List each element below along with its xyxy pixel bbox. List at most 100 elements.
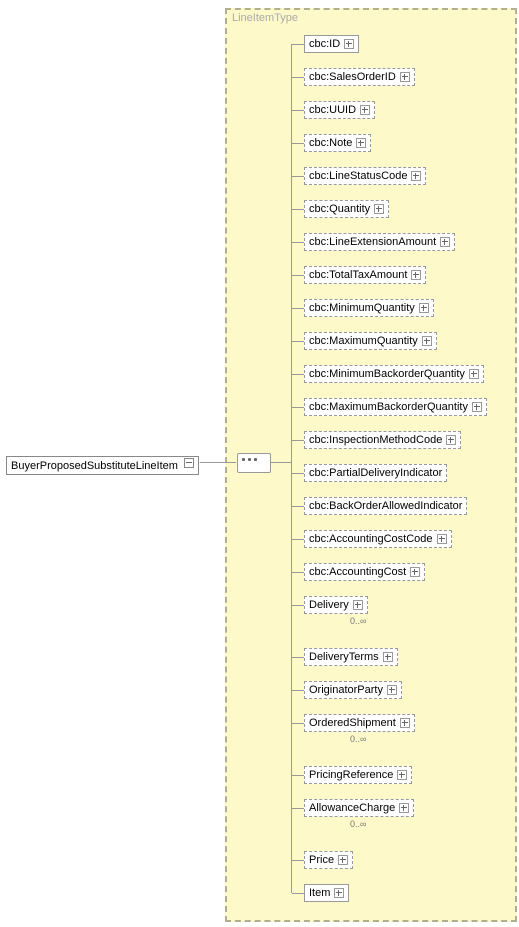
expand-icon[interactable]: [400, 718, 410, 728]
schema-element[interactable]: cbc:SalesOrderID: [292, 68, 415, 86]
schema-element[interactable]: cbc:Note: [292, 134, 371, 152]
element-box[interactable]: cbc:Note: [304, 134, 371, 152]
schema-element[interactable]: cbc:LineStatusCode: [292, 167, 426, 185]
connector: [292, 44, 304, 45]
schema-element[interactable]: cbc:ID: [292, 35, 359, 53]
schema-element[interactable]: Item: [292, 884, 349, 902]
connector: [292, 176, 304, 177]
expand-icon[interactable]: [399, 803, 409, 813]
element-box[interactable]: cbc:PartialDeliveryIndicator: [304, 464, 447, 482]
schema-element[interactable]: DeliveryTerms: [292, 648, 398, 666]
collapse-icon[interactable]: [184, 458, 194, 468]
element-box[interactable]: PricingReference: [304, 766, 412, 784]
element-box[interactable]: cbc:AccountingCostCode: [304, 530, 452, 548]
schema-element[interactable]: cbc:InspectionMethodCode: [292, 431, 461, 449]
expand-icon[interactable]: [411, 171, 421, 181]
cardinality-label: 0..∞: [350, 616, 366, 626]
connector: [292, 374, 304, 375]
expand-icon[interactable]: [440, 237, 450, 247]
schema-element[interactable]: cbc:PartialDeliveryIndicator: [292, 464, 447, 482]
expand-icon[interactable]: [360, 105, 370, 115]
connector: [292, 775, 304, 776]
sequence-icon[interactable]: [237, 453, 271, 473]
element-box[interactable]: cbc:AccountingCost: [304, 563, 425, 581]
schema-element[interactable]: PricingReference: [292, 766, 412, 784]
element-box[interactable]: Delivery: [304, 596, 368, 614]
connector: [292, 506, 304, 507]
element-label: cbc:MaximumQuantity: [309, 333, 418, 349]
schema-element[interactable]: cbc:MaximumBackorderQuantity: [292, 398, 487, 416]
schema-element[interactable]: Price: [292, 851, 353, 869]
element-label: OriginatorParty: [309, 682, 383, 698]
element-label: cbc:AccountingCostCode: [309, 531, 433, 547]
schema-element[interactable]: cbc:MaximumQuantity: [292, 332, 437, 350]
connector: [292, 209, 304, 210]
expand-icon[interactable]: [410, 567, 420, 577]
element-label: DeliveryTerms: [309, 649, 379, 665]
expand-icon[interactable]: [353, 600, 363, 610]
element-box[interactable]: cbc:LineStatusCode: [304, 167, 426, 185]
expand-icon[interactable]: [397, 770, 407, 780]
element-box[interactable]: cbc:ID: [304, 35, 359, 53]
element-box[interactable]: AllowanceCharge: [304, 799, 414, 817]
connector: [292, 539, 304, 540]
expand-icon[interactable]: [356, 138, 366, 148]
schema-element[interactable]: AllowanceCharge: [292, 799, 414, 817]
expand-icon[interactable]: [437, 534, 447, 544]
element-box[interactable]: cbc:InspectionMethodCode: [304, 431, 461, 449]
expand-icon[interactable]: [334, 888, 344, 898]
connector: [292, 808, 304, 809]
expand-icon[interactable]: [446, 435, 456, 445]
sequence-dots-icon: [242, 458, 257, 461]
element-box[interactable]: cbc:LineExtensionAmount: [304, 233, 455, 251]
schema-element[interactable]: OriginatorParty: [292, 681, 402, 699]
schema-element[interactable]: cbc:MinimumQuantity: [292, 299, 434, 317]
expand-icon[interactable]: [469, 369, 479, 379]
element-box[interactable]: DeliveryTerms: [304, 648, 398, 666]
expand-icon[interactable]: [344, 39, 354, 49]
cardinality-label: 0..∞: [350, 734, 366, 744]
schema-element[interactable]: OrderedShipment: [292, 714, 415, 732]
expand-icon[interactable]: [411, 270, 421, 280]
element-label: cbc:LineExtensionAmount: [309, 234, 436, 250]
schema-element[interactable]: cbc:TotalTaxAmount: [292, 266, 426, 284]
connector: [292, 407, 304, 408]
element-label: cbc:PartialDeliveryIndicator: [309, 465, 442, 481]
connector: [292, 143, 304, 144]
element-box[interactable]: cbc:UUID: [304, 101, 375, 119]
element-box[interactable]: cbc:MinimumQuantity: [304, 299, 434, 317]
element-box[interactable]: cbc:BackOrderAllowedIndicator: [304, 497, 467, 515]
schema-element[interactable]: cbc:UUID: [292, 101, 375, 119]
expand-icon[interactable]: [400, 72, 410, 82]
element-box[interactable]: OriginatorParty: [304, 681, 402, 699]
expand-icon[interactable]: [387, 685, 397, 695]
expand-icon[interactable]: [472, 402, 482, 412]
root-element[interactable]: BuyerProposedSubstituteLineItem: [6, 456, 199, 475]
element-box[interactable]: cbc:SalesOrderID: [304, 68, 415, 86]
element-box[interactable]: OrderedShipment: [304, 714, 415, 732]
schema-element[interactable]: cbc:BackOrderAllowedIndicator: [292, 497, 467, 515]
schema-element[interactable]: cbc:Quantity: [292, 200, 389, 218]
schema-element[interactable]: cbc:MinimumBackorderQuantity: [292, 365, 484, 383]
expand-icon[interactable]: [374, 204, 384, 214]
element-box[interactable]: Item: [304, 884, 349, 902]
schema-element[interactable]: cbc:LineExtensionAmount: [292, 233, 455, 251]
connector: [292, 860, 304, 861]
expand-icon[interactable]: [422, 336, 432, 346]
expand-icon[interactable]: [383, 652, 393, 662]
schema-element[interactable]: Delivery: [292, 596, 368, 614]
element-label: cbc:ID: [309, 36, 340, 52]
element-box[interactable]: cbc:MaximumQuantity: [304, 332, 437, 350]
element-box[interactable]: cbc:MaximumBackorderQuantity: [304, 398, 487, 416]
element-box[interactable]: cbc:TotalTaxAmount: [304, 266, 426, 284]
connector: [292, 893, 304, 894]
expand-icon[interactable]: [419, 303, 429, 313]
schema-element[interactable]: cbc:AccountingCost: [292, 563, 425, 581]
element-box[interactable]: cbc:MinimumBackorderQuantity: [304, 365, 484, 383]
element-label: AllowanceCharge: [309, 800, 395, 816]
connector: [292, 572, 304, 573]
element-box[interactable]: Price: [304, 851, 353, 869]
element-box[interactable]: cbc:Quantity: [304, 200, 389, 218]
expand-icon[interactable]: [338, 855, 348, 865]
schema-element[interactable]: cbc:AccountingCostCode: [292, 530, 452, 548]
